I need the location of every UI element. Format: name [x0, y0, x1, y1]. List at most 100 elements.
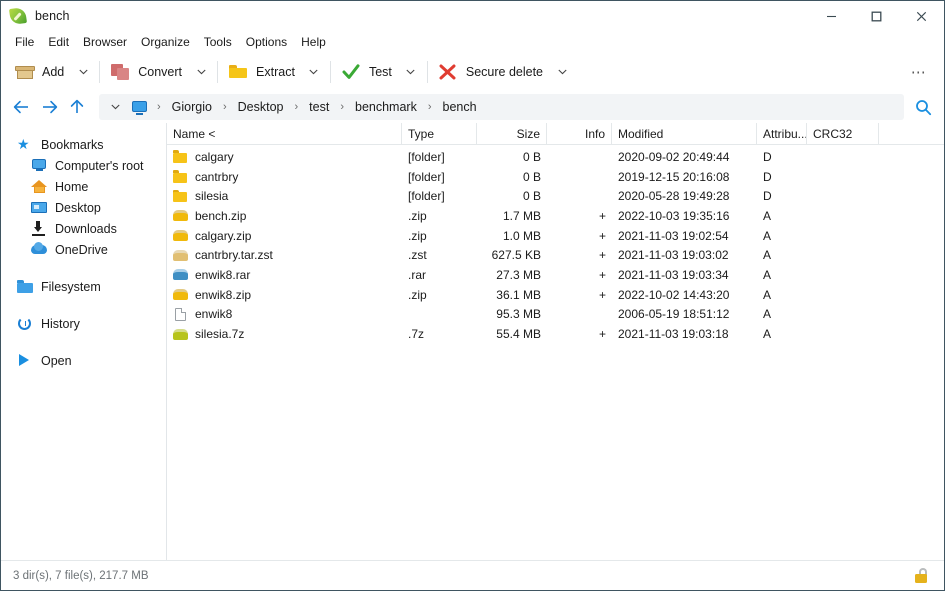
table-row[interactable]: enwik8.rar .rar 27.3 MB + 2021-11-03 19:…	[167, 265, 944, 285]
close-button[interactable]	[899, 1, 944, 31]
toolbar-overflow-button[interactable]: ⋯	[904, 57, 934, 87]
sidebar-item-label: OneDrive	[55, 242, 108, 257]
extract-dropdown-button[interactable]	[303, 57, 325, 87]
computer-icon[interactable]	[127, 95, 151, 119]
status-bar: 3 dir(s), 7 file(s), 217.7 MB	[1, 560, 944, 590]
menu-file[interactable]: File	[8, 33, 41, 51]
breadcrumb-giorgio[interactable]: Giorgio	[167, 97, 217, 117]
convert-button[interactable]: Convert	[105, 57, 190, 87]
sidebar-item-label: History	[41, 316, 80, 331]
test-button[interactable]: Test	[336, 57, 400, 87]
column-header-name[interactable]: Name <	[167, 122, 402, 145]
menu-browser[interactable]: Browser	[76, 33, 134, 51]
file-info: +	[598, 248, 606, 263]
file-modified: 2020-05-28 19:49:28	[618, 189, 730, 204]
table-row[interactable]: silesia [folder] 0 B 2020-05-28 19:49:28…	[167, 186, 944, 206]
sidebar-item-desktop[interactable]: Desktop	[1, 197, 166, 218]
sidebar-item-open[interactable]: Open	[1, 350, 166, 371]
file-name: cantrbry.tar.zst	[195, 248, 273, 263]
file-size: 1.0 MB	[502, 228, 541, 243]
menubar: File Edit Browser Organize Tools Options…	[1, 31, 944, 53]
convert-squares-icon	[111, 63, 131, 81]
column-header-type[interactable]: Type	[402, 122, 477, 145]
maximize-button[interactable]	[854, 1, 899, 31]
file-modified: 2019-12-15 20:16:08	[618, 169, 730, 184]
secure-delete-button[interactable]: Secure delete	[433, 57, 551, 87]
test-dropdown-button[interactable]	[400, 57, 422, 87]
table-row[interactable]: calgary.zip .zip 1.0 MB + 2021-11-03 19:…	[167, 226, 944, 246]
file-name: enwik8.zip	[195, 287, 252, 302]
test-button-label: Test	[368, 65, 392, 79]
file-name: enwik8	[195, 307, 233, 322]
file-size: 627.5 KB	[491, 248, 541, 263]
file-size: 55.4 MB	[496, 327, 541, 342]
table-row[interactable]: enwik8 95.3 MB 2006-05-19 18:51:12 A	[167, 305, 944, 325]
minimize-button[interactable]	[809, 1, 854, 31]
breadcrumb-separator: ›	[157, 101, 161, 113]
home-icon	[31, 179, 48, 194]
file-modified: 2006-05-19 18:51:12	[618, 307, 730, 322]
table-row[interactable]: calgary [folder] 0 B 2020-09-02 20:49:44…	[167, 147, 944, 167]
forward-button[interactable]	[35, 94, 63, 120]
file-attributes: A	[763, 307, 772, 322]
column-header-info[interactable]: Info	[547, 122, 612, 145]
table-row[interactable]: cantrbry.tar.zst .zst 627.5 KB + 2021-11…	[167, 245, 944, 265]
back-button[interactable]	[7, 94, 35, 120]
desktop-icon	[31, 200, 48, 215]
chevron-down-icon[interactable]	[105, 95, 125, 119]
file-size: 0 B	[522, 189, 541, 204]
table-row[interactable]: enwik8.zip .zip 36.1 MB + 2022-10-02 14:…	[167, 285, 944, 305]
archive-zip-icon	[173, 229, 188, 242]
file-info: +	[598, 287, 606, 302]
extract-button[interactable]: Extract	[223, 57, 303, 87]
sidebar-item-home[interactable]: Home	[1, 176, 166, 197]
file-attributes: A	[763, 248, 772, 263]
menu-options[interactable]: Options	[239, 33, 294, 51]
column-header-size[interactable]: Size	[477, 122, 547, 145]
main-area: ★ Bookmarks Computer's root Home Desktop…	[1, 122, 944, 560]
breadcrumb-test[interactable]: test	[304, 97, 334, 117]
add-button[interactable]: Add	[9, 57, 72, 87]
convert-dropdown-button[interactable]	[190, 57, 212, 87]
sidebar-item-history[interactable]: History	[1, 313, 166, 334]
up-button[interactable]	[63, 94, 91, 120]
window-title: bench	[35, 9, 70, 23]
file-name: silesia	[195, 189, 229, 204]
secure-delete-dropdown-button[interactable]	[551, 57, 573, 87]
search-icon[interactable]	[908, 93, 938, 121]
box-icon	[15, 63, 35, 81]
padlock-icon[interactable]	[915, 568, 928, 583]
table-row[interactable]: cantrbry [folder] 0 B 2019-12-15 20:16:0…	[167, 167, 944, 187]
column-headers: Name < Type Size Info Modified Attribu..…	[167, 122, 944, 145]
file-info: +	[598, 327, 606, 342]
file-modified: 2021-11-03 19:03:18	[618, 327, 729, 342]
menu-organize[interactable]: Organize	[134, 33, 197, 51]
archive-zip-icon	[173, 209, 188, 222]
file-type: [folder]	[408, 169, 445, 184]
sidebar-item-bookmarks[interactable]: ★ Bookmarks	[1, 134, 166, 155]
column-header-attributes[interactable]: Attribu...	[757, 122, 807, 145]
breadcrumb-benchmark[interactable]: benchmark	[350, 97, 422, 117]
breadcrumb-desktop[interactable]: Desktop	[233, 97, 289, 117]
breadcrumb-bench[interactable]: bench	[438, 97, 482, 117]
toolbar-group-convert: Convert	[105, 57, 212, 87]
table-row[interactable]: bench.zip .zip 1.7 MB + 2022-10-03 19:35…	[167, 206, 944, 226]
sidebar-item-filesystem[interactable]: Filesystem	[1, 276, 166, 297]
file-type: .zip	[408, 208, 427, 223]
column-header-modified[interactable]: Modified	[612, 122, 757, 145]
menu-edit[interactable]: Edit	[41, 33, 76, 51]
folder-icon	[173, 170, 188, 183]
file-list-pane: Name < Type Size Info Modified Attribu..…	[167, 122, 944, 560]
history-clock-icon	[17, 316, 34, 331]
star-icon: ★	[17, 136, 30, 152]
cloud-icon	[31, 242, 48, 257]
menu-help[interactable]: Help	[294, 33, 333, 51]
menu-tools[interactable]: Tools	[197, 33, 239, 51]
sidebar-item-downloads[interactable]: Downloads	[1, 218, 166, 239]
column-header-crc32[interactable]: CRC32	[807, 122, 879, 145]
sidebar-item-computers-root[interactable]: Computer's root	[1, 155, 166, 176]
toolbar-divider	[426, 61, 428, 83]
add-dropdown-button[interactable]	[72, 57, 94, 87]
sidebar-item-onedrive[interactable]: OneDrive	[1, 239, 166, 260]
table-row[interactable]: silesia.7z .7z 55.4 MB + 2021-11-03 19:0…	[167, 324, 944, 344]
